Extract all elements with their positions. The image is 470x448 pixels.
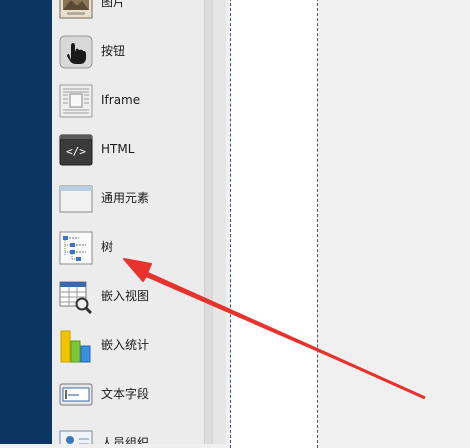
palette-item-label: 文本字段 <box>101 387 150 401</box>
palette-item-label: 树 <box>101 240 114 254</box>
svg-text:</>: </> <box>66 145 86 158</box>
palette-item-html[interactable]: </> HTML <box>52 125 204 174</box>
palette-item-generic-element[interactable]: 通用元素 <box>52 174 204 223</box>
person-org-icon <box>59 430 93 444</box>
hand-pointer-icon <box>59 35 93 69</box>
embedded-view-icon <box>59 281 93 314</box>
design-page-frame[interactable] <box>230 0 318 448</box>
palette-item-embedded-view[interactable]: 嵌入视图 <box>52 272 204 321</box>
palette-item-label: 人员组织 <box>101 436 150 444</box>
iframe-icon <box>59 84 93 118</box>
palette-item-image[interactable]: 图片 <box>52 0 204 27</box>
component-palette: 图片 按钮 Iframe </> HTML 通用元素 树 嵌入视图 嵌入统计 文… <box>52 0 204 444</box>
palette-item-label: 嵌入统计 <box>101 338 150 352</box>
design-canvas[interactable] <box>226 0 470 448</box>
html-code-icon: </> <box>59 134 93 166</box>
palette-scrollbar[interactable] <box>204 0 212 444</box>
palette-item-label: HTML <box>101 142 135 156</box>
left-navigation-strip <box>0 0 52 444</box>
text-field-icon <box>59 383 93 406</box>
palette-item-label: Iframe <box>101 93 141 107</box>
palette-item-embedded-chart[interactable]: 嵌入统计 <box>52 321 204 370</box>
palette-item-iframe[interactable]: Iframe <box>52 76 204 125</box>
palette-item-label: 图片 <box>101 0 126 9</box>
embedded-chart-icon <box>60 330 91 363</box>
palette-item-label: 通用元素 <box>101 191 150 205</box>
palette-item-text-field[interactable]: 文本字段 <box>52 370 204 419</box>
palette-item-label: 嵌入视图 <box>101 289 150 303</box>
panel-divider[interactable] <box>212 0 227 444</box>
palette-item-button[interactable]: 按钮 <box>52 27 204 76</box>
image-icon <box>59 0 93 19</box>
generic-element-icon <box>59 185 93 213</box>
palette-item-label: 按钮 <box>101 44 126 58</box>
tree-icon <box>59 231 93 265</box>
palette-item-tree[interactable]: 树 <box>52 223 204 272</box>
palette-item-person-org[interactable]: 人员组织 <box>52 419 204 444</box>
